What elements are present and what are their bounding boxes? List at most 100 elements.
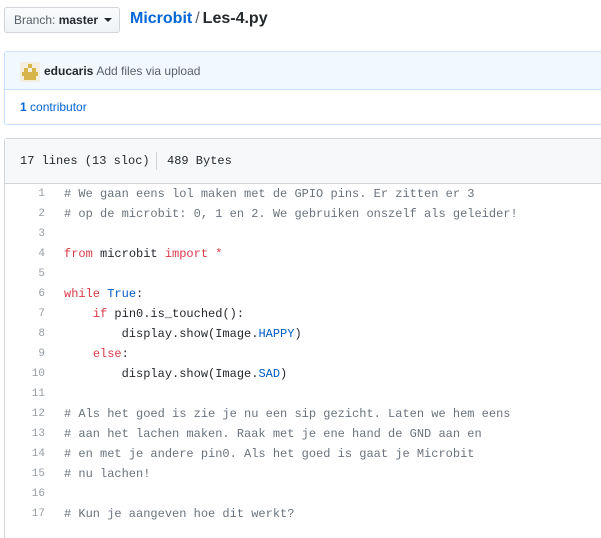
code-line: 4 from microbit import * bbox=[5, 244, 518, 264]
code-token: else bbox=[92, 347, 122, 361]
line-number[interactable]: 14 bbox=[5, 444, 45, 464]
code-token: True bbox=[107, 287, 137, 301]
code-token: if bbox=[92, 307, 108, 321]
code-token: while bbox=[64, 287, 101, 301]
branch-name: master bbox=[58, 13, 99, 27]
code-content: # aan het lachen maken. Raak met je ene … bbox=[45, 424, 518, 444]
code-line: 7 if pin0.is_touched(): bbox=[5, 304, 518, 324]
line-number[interactable]: 3 bbox=[5, 224, 45, 244]
contributors-count: 1 bbox=[20, 100, 27, 114]
avatar[interactable] bbox=[20, 62, 40, 82]
code-line: 11 bbox=[5, 384, 518, 404]
code-token: import bbox=[164, 247, 209, 261]
identicon-icon bbox=[20, 62, 40, 82]
code-token: : bbox=[121, 347, 129, 361]
line-number[interactable]: 1 bbox=[5, 184, 45, 204]
line-number[interactable]: 11 bbox=[5, 384, 45, 404]
code-table: 1 # We gaan eens lol maken met de GPIO pi… bbox=[5, 184, 518, 524]
latest-commit: educaris Add files via upload bbox=[5, 52, 601, 90]
file-size: 489 Bytes bbox=[167, 154, 232, 168]
code-token: pin0.is_touched(): bbox=[107, 307, 245, 321]
line-number[interactable]: 5 bbox=[5, 264, 45, 284]
caret-down-icon bbox=[104, 17, 113, 22]
code-line: 6 while True: bbox=[5, 284, 518, 304]
line-number[interactable]: 2 bbox=[5, 204, 45, 224]
repo-link[interactable]: Microbit bbox=[130, 10, 192, 27]
code-token: # We gaan eens lol maken met de GPIO pin… bbox=[64, 187, 475, 201]
line-number[interactable]: 6 bbox=[5, 284, 45, 304]
line-number[interactable]: 7 bbox=[5, 304, 45, 324]
commit-message-link[interactable]: Add files via upload bbox=[96, 64, 200, 78]
line-number[interactable]: 10 bbox=[5, 364, 45, 384]
commit-tease: educaris Add files via upload 1 contribut… bbox=[4, 51, 601, 125]
code-line: 1 # We gaan eens lol maken met de GPIO pi… bbox=[5, 184, 518, 204]
code-token: ) bbox=[294, 327, 302, 341]
line-number[interactable]: 16 bbox=[5, 484, 45, 504]
contributors-link[interactable]: 1 contributor bbox=[20, 99, 87, 115]
line-number[interactable]: 9 bbox=[5, 344, 45, 364]
contributors-label: contributor bbox=[30, 100, 87, 114]
line-number[interactable]: 17 bbox=[5, 504, 45, 524]
file-lines-summary: 17 lines (13 sloc) bbox=[20, 154, 150, 168]
path-separator: / bbox=[195, 10, 200, 27]
line-number[interactable]: 4 bbox=[5, 244, 45, 264]
code-content: else: bbox=[45, 344, 518, 364]
code-line: 13 # aan het lachen maken. Raak met je en… bbox=[5, 424, 518, 444]
code-line: 15 # nu lachen! bbox=[5, 464, 518, 484]
code-line: 10 display.show(Image.SAD) bbox=[5, 364, 518, 384]
code-token: ) bbox=[280, 367, 288, 381]
code-content: # We gaan eens lol maken met de GPIO pin… bbox=[45, 184, 518, 204]
file-header: 17 lines (13 sloc) 489 Bytes bbox=[5, 139, 601, 184]
code-token: # op de microbit: 0, 1 en 2. We gebruike… bbox=[64, 207, 518, 221]
code-token: # en met je andere pin0. Als het goed is… bbox=[64, 447, 475, 461]
code-token: HAPPY bbox=[258, 327, 295, 341]
code-token: display.show(Image. bbox=[64, 367, 259, 381]
branch-select-button[interactable]: Branch: master bbox=[4, 7, 120, 33]
code-line: 16 bbox=[5, 484, 518, 504]
code-line: 5 bbox=[5, 264, 518, 284]
file-viewer: 17 lines (13 sloc) 489 Bytes 1 # We gaan … bbox=[4, 138, 601, 538]
line-number[interactable]: 8 bbox=[5, 324, 45, 344]
code-line: 12 # Als het goed is zie je nu een sip ge… bbox=[5, 404, 518, 424]
code-content: while True: bbox=[45, 284, 518, 304]
code-line: 9 else: bbox=[5, 344, 518, 364]
code-token: from bbox=[64, 247, 93, 261]
commit-author-link[interactable]: educaris bbox=[44, 64, 93, 78]
code-content: display.show(Image.SAD) bbox=[45, 364, 518, 384]
code-content: # op de microbit: 0, 1 en 2. We gebruike… bbox=[45, 204, 518, 224]
code-token: display.show(Image. bbox=[64, 327, 259, 341]
code-content: # Kun je aangeven hoe dit werkt? bbox=[45, 504, 518, 524]
file-navigation: Branch: master Microbit / Les-4.py bbox=[0, 0, 601, 40]
code-token: # Als het goed is zie je nu een sip gezi… bbox=[64, 407, 511, 421]
file-name: Les-4.py bbox=[202, 10, 268, 27]
code-token: # nu lachen! bbox=[64, 467, 151, 481]
code-token: microbit bbox=[92, 247, 165, 261]
header-divider bbox=[156, 152, 157, 170]
code-content bbox=[45, 264, 518, 284]
code-line: 14 # en met je andere pin0. Als het goed … bbox=[5, 444, 518, 464]
code-token: # aan het lachen maken. Raak met je ene … bbox=[64, 427, 482, 441]
line-number[interactable]: 13 bbox=[5, 424, 45, 444]
code-content: if pin0.is_touched(): bbox=[45, 304, 518, 324]
commit-summary: educaris Add files via upload bbox=[44, 63, 200, 79]
code-line: 2 # op de microbit: 0, 1 en 2. We gebruik… bbox=[5, 204, 518, 224]
code-content: display.show(Image.HAPPY) bbox=[45, 324, 518, 344]
code-line: 8 display.show(Image.HAPPY) bbox=[5, 324, 518, 344]
code-token: # Kun je aangeven hoe dit werkt? bbox=[64, 507, 295, 521]
code-token: SAD bbox=[258, 367, 281, 381]
code-content: # nu lachen! bbox=[45, 464, 518, 484]
code-token: : bbox=[136, 287, 144, 301]
code-content: # en met je andere pin0. Als het goed is… bbox=[45, 444, 518, 464]
code-token: * bbox=[215, 247, 223, 261]
branch-prefix: Branch: bbox=[14, 13, 56, 27]
code-content: from microbit import * bbox=[45, 244, 518, 264]
code-line: 3 bbox=[5, 224, 518, 244]
line-number[interactable]: 15 bbox=[5, 464, 45, 484]
line-number[interactable]: 12 bbox=[5, 404, 45, 424]
code-content: # Als het goed is zie je nu een sip gezi… bbox=[45, 404, 518, 424]
breadcrumb: Microbit / Les-4.py bbox=[130, 8, 268, 30]
code-content bbox=[45, 384, 518, 404]
code-content bbox=[45, 224, 518, 244]
